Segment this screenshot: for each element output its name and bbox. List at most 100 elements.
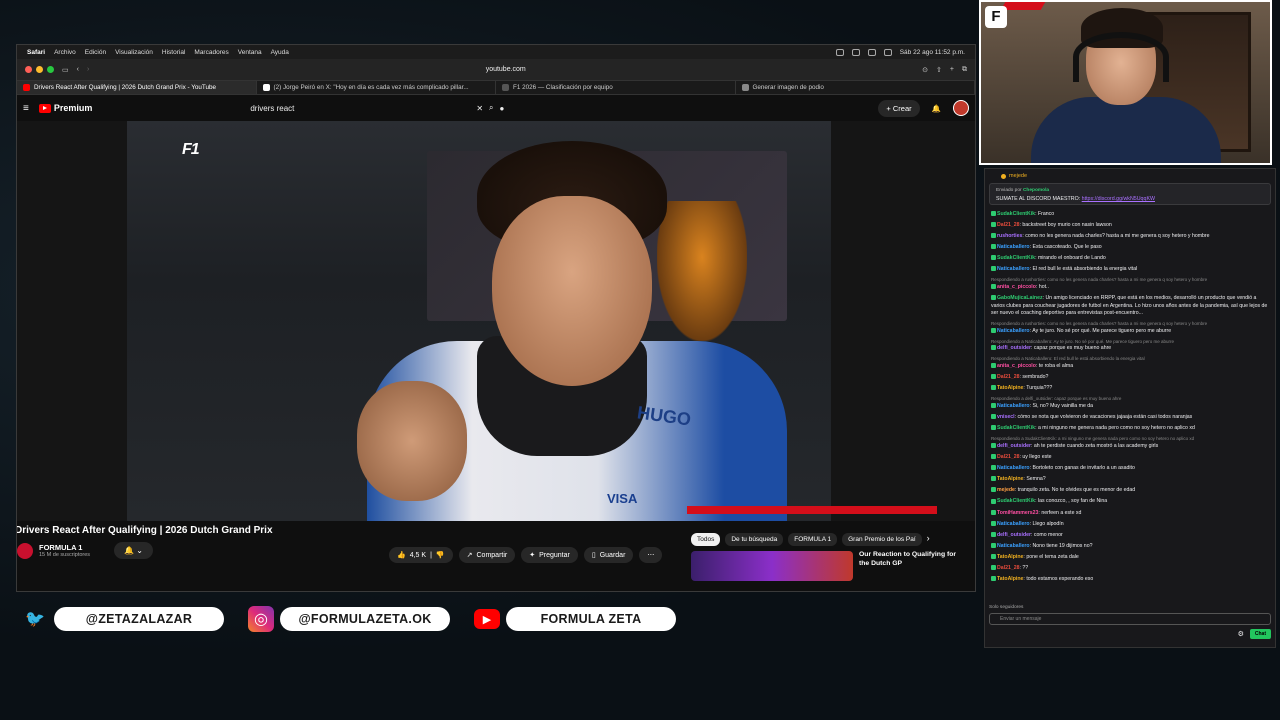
clear-search-icon[interactable]: ✕ <box>476 104 483 113</box>
back-icon[interactable]: ‹ <box>77 66 79 73</box>
user-badge-icon <box>991 255 996 261</box>
chat-username[interactable]: TatoAlpine <box>997 554 1023 560</box>
chat-username[interactable]: SudakClientKik <box>997 498 1035 504</box>
chat-username[interactable]: Dal21_28 <box>997 222 1020 228</box>
user-badge-icon <box>991 385 996 391</box>
chip-search[interactable]: De tu búsqueda <box>725 533 784 546</box>
microphone-icon[interactable]: ● <box>500 104 505 113</box>
share-icon[interactable]: ⇧ <box>936 66 942 74</box>
chat-username[interactable]: Naticaballero <box>997 328 1030 334</box>
chat-username[interactable]: SudakClientKik <box>997 255 1035 261</box>
youtube-logo[interactable]: Premium <box>38 103 92 113</box>
search-box[interactable]: drivers react ✕ ⌕ ● <box>242 99 512 117</box>
chat-username[interactable]: GaboMujicaLainez <box>997 295 1043 301</box>
tab-youtube[interactable]: Drivers React After Qualifying | 2026 Du… <box>17 81 257 94</box>
ask-button[interactable]: ✦ Preguntar <box>521 547 578 563</box>
menu-app-name[interactable]: Safari <box>27 49 45 56</box>
settings-gear-icon[interactable]: ⚙ <box>1238 630 1244 638</box>
like-button[interactable]: 👍 4,5 K | 👎 <box>389 547 453 563</box>
chat-username[interactable]: Naticaballero <box>997 543 1030 549</box>
tab-label: F1 2026 — Clasificación por equipo <box>513 84 613 91</box>
chat-username[interactable]: anita_c_piccolo <box>997 284 1036 290</box>
pinned-link[interactable]: https://discord.gg/wkN5UqqKW <box>1082 196 1155 202</box>
chat-username[interactable]: delfi_outsider <box>997 443 1031 449</box>
status-icon[interactable] <box>851 48 860 56</box>
chat-username[interactable]: Naticaballero <box>997 521 1030 527</box>
account-avatar[interactable] <box>953 100 969 116</box>
chat-username[interactable]: Naticaballero <box>997 266 1030 272</box>
download-icon[interactable]: ⊙ <box>922 66 928 74</box>
close-window-button[interactable] <box>25 66 32 73</box>
zoom-window-button[interactable] <box>47 66 54 73</box>
create-button[interactable]: + Crear <box>878 99 920 117</box>
search-icon[interactable]: ⌕ <box>489 103 493 113</box>
chat-username[interactable]: Naticaballero <box>997 244 1030 250</box>
driver-hand <box>357 381 467 501</box>
minimize-window-button[interactable] <box>36 66 43 73</box>
chat-send-button[interactable]: Chat <box>1249 629 1271 639</box>
tab-overview-icon[interactable]: ⧉ <box>962 66 967 74</box>
pinned-user[interactable]: Chepomola <box>1023 188 1049 193</box>
chat-username[interactable]: Dal21_28 <box>997 454 1020 460</box>
chat-username[interactable]: SudakClientKik <box>997 211 1035 217</box>
chip-formula1[interactable]: FORMULA 1 <box>788 533 838 546</box>
menu-archivo[interactable]: Archivo <box>54 49 76 56</box>
chat-username[interactable]: TatoAlpine <box>997 385 1023 391</box>
chat-message: vnisecl: cómo se nota que volvieron de v… <box>991 414 1269 422</box>
search-input[interactable]: drivers react <box>250 104 470 113</box>
status-icon[interactable] <box>835 48 844 56</box>
chip-gp[interactable]: Gran Premio de los Paí <box>842 533 922 546</box>
menu-edicion[interactable]: Edición <box>85 49 106 56</box>
chat-username[interactable]: SudakClientKik <box>997 425 1035 431</box>
chat-username[interactable]: TatoAlpine <box>997 476 1023 482</box>
more-actions-button[interactable]: ⋯ <box>639 547 663 563</box>
chat-username[interactable]: Naticaballero <box>997 465 1030 471</box>
chat-username[interactable]: rushorties <box>997 233 1022 239</box>
chat-text: como no les genera nada charles? hasta a… <box>1025 232 1210 239</box>
notifications-bell-icon[interactable]: 🔔 <box>932 104 941 113</box>
chat-username[interactable]: TomiHammers23 <box>997 510 1038 516</box>
chat-message: Respondiendo a SudakClientKik: a mi ning… <box>991 436 1269 450</box>
sidebar-toggle-icon[interactable]: ▭ <box>62 66 69 74</box>
chat-username[interactable]: TatoAlpine <box>997 576 1023 582</box>
chip-todos[interactable]: Todos <box>691 533 721 546</box>
menubar-clock[interactable]: Sáb 22 ago 11:52 p.m. <box>900 49 965 56</box>
tab-podio[interactable]: Generar imagen de podio <box>736 81 975 94</box>
dislike-icon[interactable]: 👎 <box>436 551 445 559</box>
chat-text: Ay te juro. No sé por qué. Me parece tig… <box>1032 327 1172 334</box>
new-tab-icon[interactable]: + <box>950 66 954 73</box>
chat-username[interactable]: delfi_outsider <box>997 345 1031 351</box>
chat-username[interactable]: vnisecl <box>997 414 1015 420</box>
subscribed-bell-button[interactable]: 🔔 ⌄ <box>114 542 153 559</box>
menu-ayuda[interactable]: Ayuda <box>271 49 289 56</box>
menu-marcadores[interactable]: Marcadores <box>194 49 228 56</box>
chat-username[interactable]: Naticaballero <box>997 403 1030 409</box>
recommended-video[interactable]: Our Reaction to Qualifying for the Dutch… <box>691 551 959 581</box>
menu-ventana[interactable]: Ventana <box>238 49 262 56</box>
menu-icon[interactable]: ≡ <box>23 103 29 114</box>
wifi-icon[interactable] <box>867 48 876 56</box>
save-button[interactable]: ▯ Guardar <box>583 547 634 563</box>
video-player[interactable]: HUGO VISA F1 <box>17 121 975 521</box>
chat-username[interactable]: anita_c_piccolo <box>997 363 1036 369</box>
chevron-right-icon[interactable]: › <box>927 533 930 546</box>
menu-visualizacion[interactable]: Visualización <box>115 49 153 56</box>
share-button[interactable]: ↗ Compartir <box>458 547 516 563</box>
chat-username[interactable]: Dal21_28 <box>997 374 1020 380</box>
channel-name[interactable]: FORMULA 1 <box>39 543 90 552</box>
search-icon[interactable] <box>883 48 892 56</box>
recommended-thumbnail[interactable] <box>691 551 853 581</box>
channel-avatar[interactable] <box>17 542 33 559</box>
chat-top-user[interactable]: mejede <box>1009 173 1027 179</box>
chat-username[interactable]: delfi_outsider <box>997 532 1031 538</box>
chat-username[interactable]: Dal21_28 <box>997 565 1020 571</box>
tab-f1[interactable]: F1 2026 — Clasificación por equipo <box>496 81 736 94</box>
chat-input[interactable]: Enviar un mensaje <box>989 613 1271 625</box>
tab-x[interactable]: (2) Jorge Peiró en X: "Hoy en día es cad… <box>257 81 496 94</box>
menu-historial[interactable]: Historial <box>162 49 185 56</box>
forward-icon[interactable]: › <box>87 66 89 73</box>
chat-message: Naticaballero: Bortoleto con ganas de in… <box>991 465 1269 473</box>
recommended-title[interactable]: Our Reaction to Qualifying for the Dutch… <box>859 551 959 581</box>
chat-username[interactable]: mejede <box>997 487 1015 493</box>
address-bar[interactable]: youtube.com <box>97 66 914 73</box>
